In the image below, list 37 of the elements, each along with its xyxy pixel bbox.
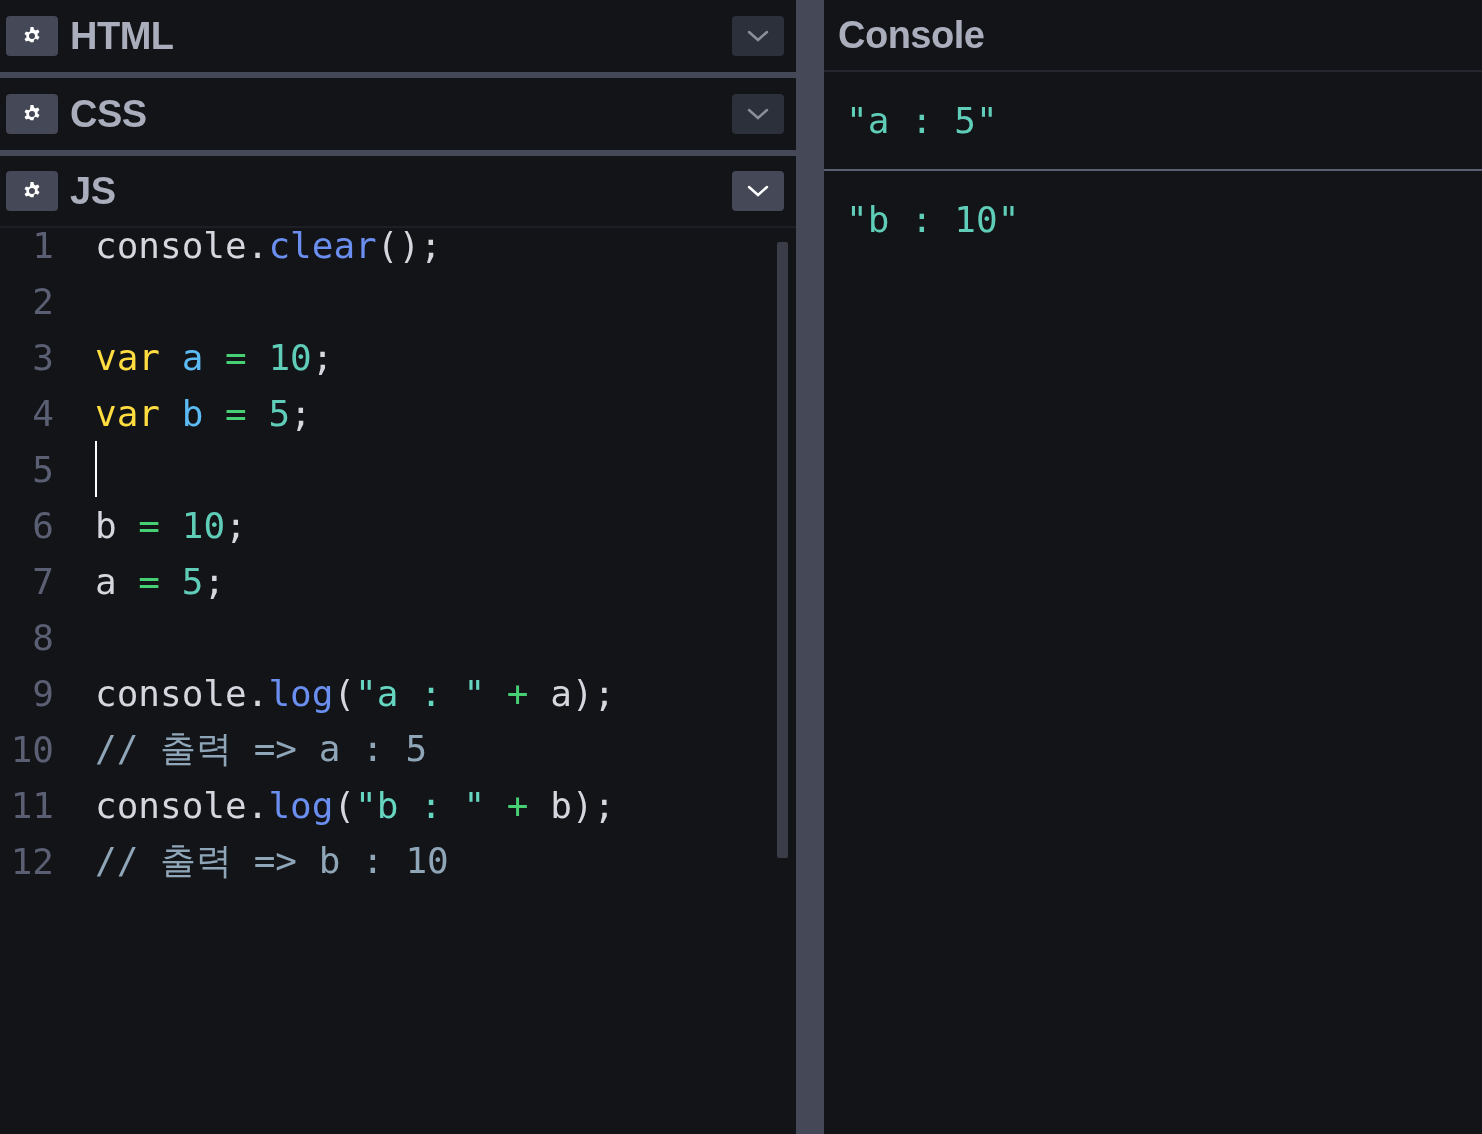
dropdown-button[interactable]: [732, 94, 784, 134]
code-line: console.log("a : " + a);: [95, 672, 616, 714]
settings-button[interactable]: [6, 16, 58, 56]
line-number: 12: [9, 840, 54, 882]
console-output: "b : 10": [846, 199, 1020, 240]
code-line: a = 5;: [95, 560, 226, 602]
line-number: 1: [31, 224, 54, 266]
line-number: 10: [9, 728, 54, 770]
line-number: 4: [31, 392, 54, 434]
settings-button[interactable]: [6, 171, 58, 211]
settings-button[interactable]: [6, 94, 58, 134]
scrollbar[interactable]: [777, 242, 788, 858]
line-number: 7: [31, 560, 54, 602]
line-number: 8: [31, 616, 54, 658]
editor-title: JS: [70, 169, 117, 213]
line-number: 6: [31, 504, 54, 546]
code-line: console.clear();: [95, 224, 442, 266]
dropdown-button[interactable]: [732, 16, 784, 56]
line-number: 9: [31, 672, 54, 714]
code-line: var a = 10;: [95, 336, 334, 378]
line-number: 11: [9, 784, 54, 826]
console-title: Console: [838, 13, 985, 57]
code-comment: // 출력 => b : 10: [95, 838, 449, 883]
code-line: b = 10;: [95, 504, 247, 546]
console-output: "a : 5": [846, 100, 998, 141]
code-line: console.log("b : " + b);: [95, 784, 616, 826]
chevron-down-icon: [747, 108, 769, 120]
code-line: var b = 5;: [95, 392, 312, 434]
dropdown-button[interactable]: [732, 171, 784, 211]
line-number: 5: [31, 448, 54, 490]
editor-title: HTML: [70, 14, 175, 58]
editor-title: CSS: [70, 92, 148, 136]
line-number: 2: [31, 280, 54, 322]
chevron-down-icon: [747, 185, 769, 197]
code-comment: // 출력 => a : 5: [95, 726, 428, 771]
line-number: 3: [31, 336, 54, 378]
chevron-down-icon: [747, 30, 769, 42]
